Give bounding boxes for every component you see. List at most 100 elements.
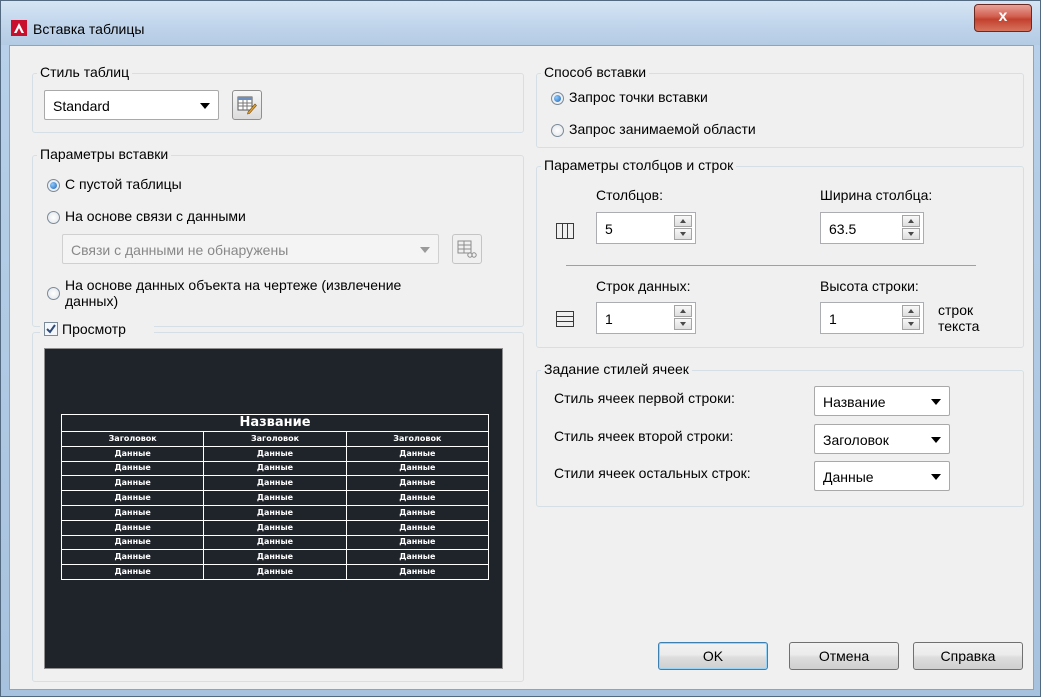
data-link-icon — [457, 240, 477, 258]
radio-empty-table-label[interactable]: С пустой таблицы — [65, 176, 182, 192]
preview-data-row: Данные Данные Данные — [60, 460, 490, 477]
table-style-group-label: Стиль таблиц — [37, 64, 133, 80]
preview-data-row: Данные Данные Данные — [60, 504, 490, 521]
second-row-style-select[interactable]: Заголовок — [814, 424, 950, 454]
column-width-value[interactable]: 63.5 — [829, 221, 856, 237]
preview-data-cell: Данные — [60, 549, 205, 566]
spinner-up-icon[interactable] — [674, 215, 692, 227]
columns-value[interactable]: 5 — [605, 221, 613, 237]
chevron-down-icon — [200, 103, 210, 109]
ok-button[interactable]: OK — [658, 642, 768, 670]
spinner-down-icon[interactable] — [674, 318, 692, 330]
preview-title-cell: Название — [61, 414, 489, 432]
other-rows-style-label: Стили ячеек остальных строк: — [554, 465, 751, 481]
dialog-client-area: Стиль таблиц Standard Параметры вставки … — [9, 45, 1034, 690]
first-row-style-value: Название — [823, 394, 886, 410]
dialog-window: Вставка таблицы x Стиль таблиц Standard … — [0, 0, 1041, 697]
data-link-manager-button[interactable] — [452, 234, 482, 264]
insert-method-group-label: Способ вставки — [541, 64, 650, 80]
chevron-down-icon — [931, 437, 941, 443]
row-height-spinner-arrows[interactable] — [902, 305, 920, 331]
data-rows-value[interactable]: 1 — [605, 311, 613, 327]
autocad-app-icon — [11, 20, 27, 36]
column-width-spinner[interactable]: 63.5 — [820, 212, 924, 244]
spinner-up-icon[interactable] — [902, 215, 920, 227]
preview-data-cell: Данные — [203, 519, 347, 536]
preview-data-row: Данные Данные Данные — [60, 490, 490, 506]
table-style-dialog-button[interactable] — [232, 90, 262, 120]
columns-spinner[interactable]: 5 — [596, 212, 696, 244]
preview-data-cell: Данные — [345, 519, 490, 536]
preview-data-cell: Данные — [345, 490, 490, 506]
rows-icon — [556, 311, 574, 327]
preview-data-cell: Данные — [60, 460, 205, 477]
radio-object-data-label-line2[interactable]: данных) — [65, 293, 118, 309]
radio-data-link[interactable] — [47, 211, 60, 224]
other-rows-style-value: Данные — [823, 469, 874, 485]
row-height-spinner[interactable]: 1 — [820, 302, 924, 334]
table-style-edit-icon — [237, 96, 257, 115]
title-bar[interactable]: Вставка таблицы x — [1, 1, 1040, 45]
preview-data-row: Данные Данные Данные — [60, 445, 490, 462]
row-height-unit-line1: строк — [938, 302, 974, 318]
spinner-up-icon[interactable] — [674, 305, 692, 317]
preview-data-row: Данные Данные Данные — [60, 564, 490, 580]
preview-data-cell: Данные — [345, 475, 490, 492]
columns-label: Столбцов: — [596, 187, 664, 203]
col-row-separator — [566, 265, 976, 266]
spinner-down-icon[interactable] — [674, 228, 692, 240]
cell-styles-group-label: Задание стилей ячеек — [541, 361, 692, 377]
preview-data-cell: Данные — [60, 534, 205, 551]
preview-data-cell: Данные — [203, 460, 347, 477]
data-link-select[interactable]: Связи с данными не обнаружены — [62, 234, 439, 264]
preview-data-row: Данные Данные Данные — [60, 549, 490, 566]
radio-insertion-point[interactable] — [551, 92, 564, 105]
radio-window-area[interactable] — [551, 124, 564, 137]
preview-data-row: Данные Данные Данные — [60, 519, 490, 536]
spinner-up-icon[interactable] — [902, 305, 920, 317]
preview-data-cell: Данные — [203, 445, 347, 462]
radio-data-link-label[interactable]: На основе связи с данными — [65, 208, 246, 224]
first-row-style-select[interactable]: Название — [814, 386, 950, 416]
preview-data-cell: Данные — [345, 564, 490, 580]
radio-insertion-point-label[interactable]: Запрос точки вставки — [569, 89, 708, 105]
preview-data-cell: Данные — [345, 504, 490, 521]
preview-data-cell: Данные — [203, 564, 347, 580]
data-rows-spinner[interactable]: 1 — [596, 302, 696, 334]
help-button[interactable]: Справка — [913, 642, 1023, 670]
preview-checkbox[interactable] — [44, 322, 58, 336]
preview-data-cell: Данные — [345, 460, 490, 477]
spinner-down-icon[interactable] — [902, 228, 920, 240]
preview-data-row: Данные Данные Данные — [60, 475, 490, 492]
row-height-value[interactable]: 1 — [829, 311, 837, 327]
preview-data-cell: Данные — [345, 445, 490, 462]
radio-object-data-label[interactable]: На основе данных объекта на чертеже (изв… — [65, 277, 401, 293]
cancel-button[interactable]: Отмена — [789, 642, 899, 670]
preview-data-cell: Данные — [203, 475, 347, 492]
table-style-select[interactable]: Standard — [44, 90, 219, 120]
radio-empty-table[interactable] — [47, 179, 60, 192]
close-button[interactable]: x — [974, 4, 1032, 32]
preview-header-cell: Заголовок — [60, 431, 205, 447]
preview-data-cell: Данные — [345, 549, 490, 566]
table-style-value: Standard — [53, 98, 110, 114]
radio-window-area-label[interactable]: Запрос занимаемой области — [569, 121, 756, 137]
preview-data-cell: Данные — [203, 504, 347, 521]
columns-spinner-arrows[interactable] — [674, 215, 692, 241]
row-height-label: Высота строки: — [820, 278, 919, 294]
column-width-spinner-arrows[interactable] — [902, 215, 920, 241]
data-rows-spinner-arrows[interactable] — [674, 305, 692, 331]
checkmark-icon — [46, 324, 56, 334]
col-row-settings-group-label: Параметры столбцов и строк — [541, 157, 737, 173]
window-title: Вставка таблицы — [33, 21, 145, 37]
second-row-style-value: Заголовок — [823, 432, 889, 448]
preview-checkbox-label[interactable]: Просмотр — [62, 321, 126, 337]
preview-header-cell: Заголовок — [203, 431, 347, 447]
preview-table: Название Заголовок Заголовок Заголовок Д… — [60, 414, 490, 580]
other-rows-style-select[interactable]: Данные — [814, 461, 950, 491]
spinner-down-icon[interactable] — [902, 318, 920, 330]
radio-object-data[interactable] — [47, 287, 60, 300]
close-icon: x — [998, 8, 1008, 25]
data-link-placeholder: Связи с данными не обнаружены — [71, 242, 289, 258]
preview-data-cell: Данные — [203, 534, 347, 551]
